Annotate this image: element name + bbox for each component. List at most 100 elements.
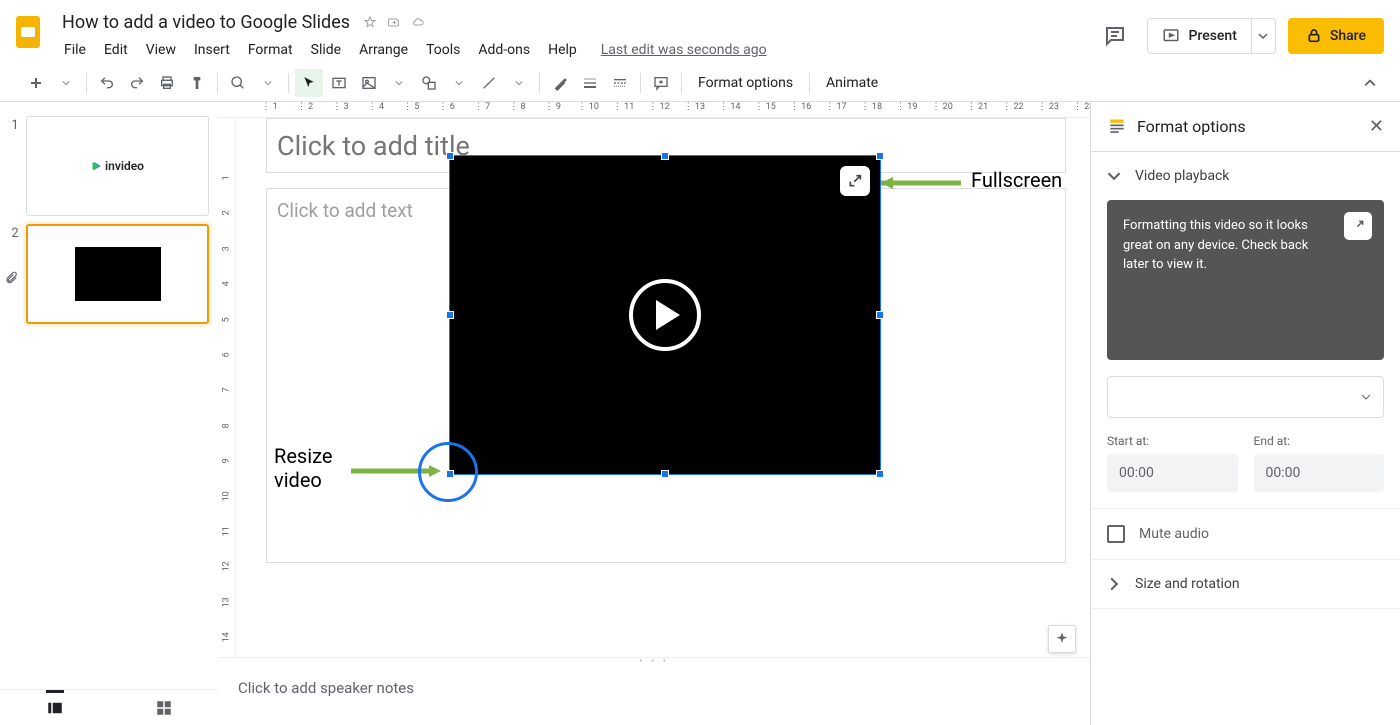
redo-button[interactable] — [123, 69, 151, 97]
menu-addons[interactable]: Add-ons — [470, 38, 538, 62]
explore-button[interactable] — [1048, 625, 1076, 653]
divider — [288, 73, 289, 93]
resize-handle-w[interactable] — [446, 311, 454, 319]
close-icon[interactable]: ✕ — [1369, 116, 1384, 137]
resize-handle-n[interactable] — [661, 152, 669, 160]
star-icon[interactable] — [360, 12, 380, 32]
play-icon[interactable] — [629, 279, 701, 351]
start-at-input[interactable]: 00:00 — [1107, 454, 1238, 492]
slide-thumb-2[interactable] — [26, 224, 209, 324]
menu-file[interactable]: File — [56, 38, 94, 62]
size-rotation-section: Size and rotation — [1091, 560, 1400, 609]
comments-button[interactable] — [1095, 16, 1135, 56]
shape-tool[interactable] — [415, 69, 443, 97]
start-at-label: Start at: — [1107, 434, 1238, 448]
divider — [640, 73, 641, 93]
resize-handle-sw[interactable] — [446, 470, 454, 478]
new-slide-dropdown[interactable] — [52, 69, 80, 97]
header-main: How to add a video to Google Slides File… — [56, 8, 1095, 64]
end-at-field: End at: 00:00 — [1254, 434, 1385, 492]
present-group: Present — [1147, 18, 1275, 54]
undo-button[interactable] — [93, 69, 121, 97]
sidebar-header: Format options ✕ — [1091, 102, 1400, 152]
menu-edit[interactable]: Edit — [96, 38, 136, 62]
zoom-dropdown[interactable] — [254, 69, 282, 97]
filmstrip-view-icon[interactable] — [46, 690, 64, 717]
line-dropdown[interactable] — [505, 69, 533, 97]
format-options-button[interactable]: Format options — [688, 75, 803, 91]
animate-button[interactable]: Animate — [816, 75, 888, 91]
collapse-toolbar[interactable] — [1348, 77, 1392, 89]
slide-thumb-1[interactable]: invideo — [26, 116, 209, 216]
resize-handle-nw[interactable] — [446, 152, 454, 160]
paint-format-button[interactable] — [183, 69, 211, 97]
line-tool[interactable] — [475, 69, 503, 97]
menu-help[interactable]: Help — [540, 38, 585, 62]
vertical-ruler: 1234567891011121314 — [218, 118, 236, 657]
chevron-right-icon — [1107, 577, 1121, 591]
preview-fullscreen-icon[interactable] — [1344, 212, 1372, 240]
present-dropdown[interactable] — [1251, 19, 1275, 53]
menu-format[interactable]: Format — [240, 38, 301, 62]
present-button[interactable]: Present — [1148, 19, 1250, 53]
notes-separator[interactable]: • • • — [218, 657, 1090, 665]
mute-checkbox[interactable] — [1107, 525, 1125, 543]
select-tool[interactable] — [295, 69, 323, 97]
header: How to add a video to Google Slides File… — [0, 0, 1400, 64]
textbox-tool[interactable] — [325, 69, 353, 97]
canvas-area[interactable]: Click to add title Click to add text — [236, 118, 1090, 657]
border-color-button[interactable] — [546, 69, 574, 97]
editor: ⋮ 1⋮ 2⋮ 3⋮ 4⋮ 5⋮ 6⋮ 7⋮ 8⋮ 9⋮ 10⋮ 11⋮ 12⋮… — [218, 102, 1090, 725]
slide-row-1: 1 invideo — [0, 112, 217, 220]
move-icon[interactable] — [384, 12, 404, 32]
divider — [539, 73, 540, 93]
comment-tool[interactable] — [647, 69, 675, 97]
print-button[interactable] — [153, 69, 181, 97]
slide-row-2: 2 — [0, 220, 217, 328]
menu-slide[interactable]: Slide — [303, 38, 349, 62]
divider — [86, 73, 87, 93]
menu-insert[interactable]: Insert — [186, 38, 238, 62]
time-fields: Start at: 00:00 End at: 00:00 — [1091, 434, 1400, 508]
video-playback-header[interactable]: Video playback — [1091, 152, 1400, 200]
grid-view-icon[interactable] — [155, 699, 173, 717]
mute-audio-row[interactable]: Mute audio — [1091, 508, 1400, 559]
slide-panel: 1 invideo 2 — [0, 102, 218, 725]
size-rotation-header[interactable]: Size and rotation — [1091, 560, 1400, 608]
menu-tools[interactable]: Tools — [418, 38, 468, 62]
resize-handle-e[interactable] — [876, 311, 884, 319]
resize-handle-ne[interactable] — [876, 152, 884, 160]
end-at-input[interactable]: 00:00 — [1254, 454, 1385, 492]
invideo-logo: invideo — [91, 159, 144, 173]
video-playback-section: Video playback Formatting this video so … — [1091, 152, 1400, 560]
document-title[interactable]: How to add a video to Google Slides — [56, 10, 356, 35]
video-mini — [75, 247, 161, 301]
cloud-icon[interactable] — [408, 12, 428, 32]
image-tool[interactable] — [355, 69, 383, 97]
chevron-down-icon — [1107, 169, 1121, 183]
resize-handle-se[interactable] — [876, 470, 884, 478]
slides-logo[interactable] — [8, 12, 48, 52]
attachment-icon — [4, 241, 26, 285]
border-weight-button[interactable] — [576, 69, 604, 97]
slide-number: 1 — [4, 116, 26, 133]
playback-dropdown[interactable] — [1107, 376, 1384, 418]
shape-dropdown[interactable] — [445, 69, 473, 97]
speaker-notes[interactable]: Click to add speaker notes — [218, 665, 1090, 725]
share-button[interactable]: Share — [1288, 18, 1384, 54]
border-dash-button[interactable] — [606, 69, 634, 97]
menu-arrange[interactable]: Arrange — [351, 38, 416, 62]
zoom-button[interactable] — [224, 69, 252, 97]
video-object[interactable] — [449, 155, 881, 475]
last-edit[interactable]: Last edit was seconds ago — [593, 38, 775, 62]
divider — [809, 73, 810, 93]
sidebar-title: Format options — [1137, 117, 1359, 136]
slide-canvas: Click to add title Click to add text — [266, 178, 1066, 628]
menu-view[interactable]: View — [138, 38, 184, 62]
new-slide-button[interactable] — [22, 69, 50, 97]
toolbar: Format options Animate — [0, 64, 1400, 102]
start-at-field: Start at: 00:00 — [1107, 434, 1238, 492]
resize-handle-s[interactable] — [661, 470, 669, 478]
image-dropdown[interactable] — [385, 69, 413, 97]
fullscreen-button[interactable] — [840, 166, 870, 196]
